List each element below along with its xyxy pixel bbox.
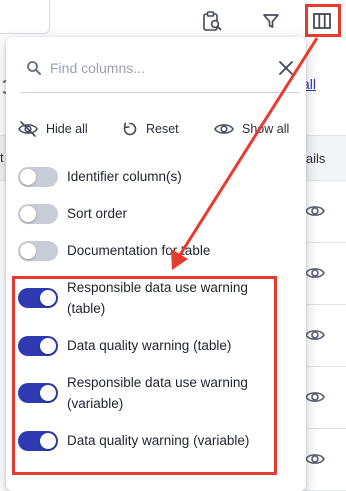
eye-icon [214, 124, 234, 134]
close-icon[interactable] [278, 60, 294, 76]
eye-icon[interactable] [305, 451, 325, 467]
search-divider [20, 92, 300, 93]
clipboard-search-icon[interactable] [199, 8, 225, 34]
hide-all-label: Hide all [46, 122, 88, 136]
toggle-knob [20, 168, 36, 185]
reset-icon [123, 122, 137, 136]
column-toggle-switch[interactable] [18, 203, 58, 224]
show-all-button[interactable]: Show all [214, 117, 289, 141]
bulk-actions: Hide all Reset Show all [6, 117, 306, 141]
column-toggle-switch[interactable] [18, 166, 58, 187]
table-header-left-text: t [0, 150, 4, 165]
column-toggle-label: Identifier column(s) [67, 169, 182, 184]
column-toggle-row-documentation: Documentation for table [18, 240, 298, 261]
eye-icon[interactable] [305, 327, 325, 343]
column-toggle-label: Sort order [67, 206, 128, 221]
toggle-knob [20, 205, 36, 222]
column-toggle-row-sort-order: Sort order [18, 203, 298, 224]
column-toggle-row-identifier: Identifier column(s) [18, 166, 298, 187]
column-search-bar [20, 51, 300, 85]
new-columns-highlight [12, 276, 277, 475]
reset-label: Reset [146, 122, 179, 136]
eye-icon[interactable] [305, 389, 325, 405]
toggle-knob [20, 242, 36, 259]
search-icon [27, 61, 41, 75]
column-search-input[interactable] [50, 56, 270, 80]
show-all-label: Show all [242, 122, 290, 136]
eye-icon[interactable] [305, 203, 325, 219]
columns-button-highlight [305, 4, 341, 37]
hide-all-button[interactable]: Hide all [18, 117, 88, 141]
eye-off-icon [18, 121, 38, 137]
background-card [0, 0, 50, 34]
reset-button[interactable]: Reset [122, 117, 179, 141]
filter-icon[interactable] [258, 8, 284, 34]
eye-icon[interactable] [305, 265, 325, 281]
column-toggle-label: Documentation for table [67, 243, 211, 258]
column-toggle-switch[interactable] [18, 240, 58, 261]
